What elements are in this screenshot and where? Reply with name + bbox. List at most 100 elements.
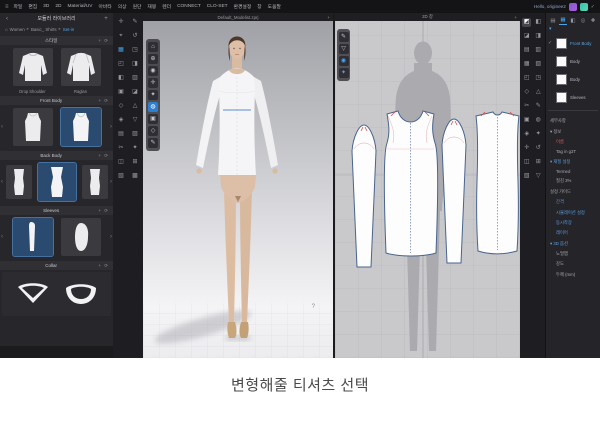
fabric-swatch[interactable] (556, 74, 567, 85)
tool-icon[interactable]: ▦ (117, 46, 126, 55)
tool-icon[interactable]: ✎ (131, 18, 140, 27)
menu-item[interactable]: 창 (254, 3, 264, 10)
property-row[interactable]: 설정 가이드 (546, 187, 600, 197)
prev-arrow-icon[interactable]: ‹ (1, 179, 3, 185)
tool-icon[interactable]: △ (131, 102, 140, 111)
panel-tab-icon[interactable]: ✚ (589, 17, 597, 25)
tool-icon[interactable]: ◪ (131, 88, 140, 97)
menu-item[interactable]: 원단 (130, 3, 145, 10)
menu-item[interactable]: 도움말 (265, 3, 284, 10)
tool-icon[interactable]: ✦ (534, 130, 543, 139)
fabric-swatch[interactable] (556, 92, 567, 103)
tool-icon[interactable]: ▧ (522, 172, 531, 181)
tool-icon[interactable]: ◳ (131, 46, 140, 55)
section-sleeves-actions[interactable]: + ⟳ (98, 208, 109, 214)
thumb-front-body-1[interactable] (13, 108, 53, 146)
menu-item[interactable]: 환경설정 (231, 3, 255, 10)
tool-icon[interactable]: ▥ (534, 46, 543, 55)
thumb-back-body-3[interactable] (82, 165, 108, 199)
tool-icon[interactable]: ▤ (522, 46, 531, 55)
tool-icon[interactable]: ◰ (522, 74, 531, 83)
view2d-tool-icon[interactable]: ◉ (339, 56, 349, 66)
thumb-collar-v[interactable] (13, 275, 53, 313)
help-icon[interactable]: ? (312, 304, 315, 310)
home-icon[interactable]: ⌂ (5, 27, 8, 32)
menu-item[interactable]: 2D (52, 4, 64, 9)
menu-item[interactable]: 3D (40, 4, 52, 9)
prev-arrow-icon[interactable]: ‹ (1, 124, 3, 130)
view3d-tool-icon[interactable]: ✦ (148, 90, 158, 100)
view3d-tool-icon[interactable]: ◉ (148, 66, 158, 76)
avatar-3d[interactable] (143, 21, 333, 358)
property-row[interactable]: 두께 (mm) (546, 270, 600, 280)
view3d-tool-icon[interactable]: ◍ (148, 102, 158, 112)
panel-tab-icon[interactable]: ▤ (549, 17, 557, 25)
tool-icon[interactable]: ⊞ (534, 158, 543, 167)
tool-icon[interactable]: ◇ (522, 88, 531, 97)
object-row-front-body[interactable]: ✓ Front Body (546, 34, 600, 52)
tool-icon[interactable]: ◨ (131, 60, 140, 69)
next-arrow-icon[interactable]: › (110, 179, 112, 185)
property-row[interactable]: 이름 (546, 137, 600, 147)
thumb-style-raglan[interactable] (61, 48, 101, 86)
tool-icon[interactable]: ▽ (534, 172, 543, 181)
tool-icon[interactable]: ▤ (117, 130, 126, 139)
view3d-tool-icon[interactable]: ⌂ (148, 42, 158, 52)
menu-item[interactable]: 의상 (115, 3, 130, 10)
tool-icon[interactable]: ◪ (522, 32, 531, 41)
view2d-tool-icon[interactable]: ▽ (339, 44, 349, 54)
tool-icon[interactable]: ◩ (522, 18, 531, 27)
tool-icon[interactable]: ▣ (117, 88, 126, 97)
tool-icon[interactable]: ✂ (117, 144, 126, 153)
view3d-tool-icon[interactable]: ✎ (148, 138, 158, 148)
property-row[interactable]: 세부사항 (546, 116, 600, 126)
tool-icon[interactable]: ◧ (534, 18, 543, 27)
pattern-front-body[interactable] (384, 111, 438, 256)
panel-tab-icon[interactable]: ▦ (559, 16, 567, 25)
breadcrumb-basic-shirts[interactable]: Basic_ Shirts (31, 27, 57, 32)
property-row[interactable]: 질김 3% (546, 176, 600, 186)
breadcrumb-set-in[interactable]: Set-in (63, 27, 74, 32)
tool-icon[interactable]: ◍ (534, 116, 543, 125)
tool-icon[interactable]: ▧ (534, 60, 543, 69)
tool-icon[interactable]: △ (534, 88, 543, 97)
tool-icon[interactable]: ⌖ (117, 32, 126, 41)
property-row[interactable]: 간격 (546, 197, 600, 207)
tool-icon[interactable]: ✎ (534, 102, 543, 111)
tool-icon[interactable]: ▣ (522, 116, 531, 125)
property-row[interactable]: 레이어 (546, 228, 600, 238)
add-tab-icon[interactable]: + (327, 15, 330, 20)
section-back-actions[interactable]: + ⟳ (98, 153, 109, 159)
tool-icon[interactable]: ◇ (117, 102, 126, 111)
tool-icon[interactable]: ▧ (117, 172, 126, 181)
view3d-tool-icon[interactable]: ◇ (148, 126, 158, 136)
menu-item[interactable]: 편집 (25, 3, 40, 10)
property-row[interactable]: Termed (546, 167, 600, 176)
tool-icon[interactable]: ◨ (534, 32, 543, 41)
tool-icon[interactable]: ✂ (522, 102, 531, 111)
tool-icon[interactable]: ◫ (117, 158, 126, 167)
clo-badge-icon[interactable] (580, 3, 588, 11)
property-row[interactable]: ▾ 재질 설정 (546, 157, 600, 167)
tool-icon[interactable]: ◫ (522, 158, 531, 167)
menu-item[interactable]: CLO-SET (204, 4, 231, 9)
object-row-body[interactable]: Body (546, 70, 600, 88)
breadcrumb-women[interactable]: Women (10, 27, 25, 32)
md-badge-icon[interactable] (569, 3, 577, 11)
view3d-tool-icon[interactable]: ⊕ (148, 54, 158, 64)
property-row[interactable]: ▾ 3D 옵션 (546, 239, 600, 249)
tool-icon[interactable]: ↺ (131, 32, 140, 41)
view2d-tool-icon[interactable]: ✎ (339, 32, 349, 42)
object-row-body[interactable]: Body (546, 52, 600, 70)
tool-icon[interactable]: ▥ (131, 74, 140, 83)
fabric-swatch[interactable] (556, 56, 567, 67)
tool-icon[interactable]: ▦ (522, 60, 531, 69)
pattern-sleeve-left[interactable] (352, 125, 376, 267)
menu-item[interactable]: Material/UV (64, 4, 95, 9)
prev-arrow-icon[interactable]: ‹ (1, 234, 3, 240)
thumb-collar-round[interactable] (61, 275, 101, 313)
tool-icon[interactable]: ◰ (117, 60, 126, 69)
view2d-tool-icon[interactable]: ✦ (339, 68, 349, 78)
add-tab-icon[interactable]: + (514, 15, 517, 20)
panel-tab-icon[interactable]: ◧ (569, 17, 577, 25)
